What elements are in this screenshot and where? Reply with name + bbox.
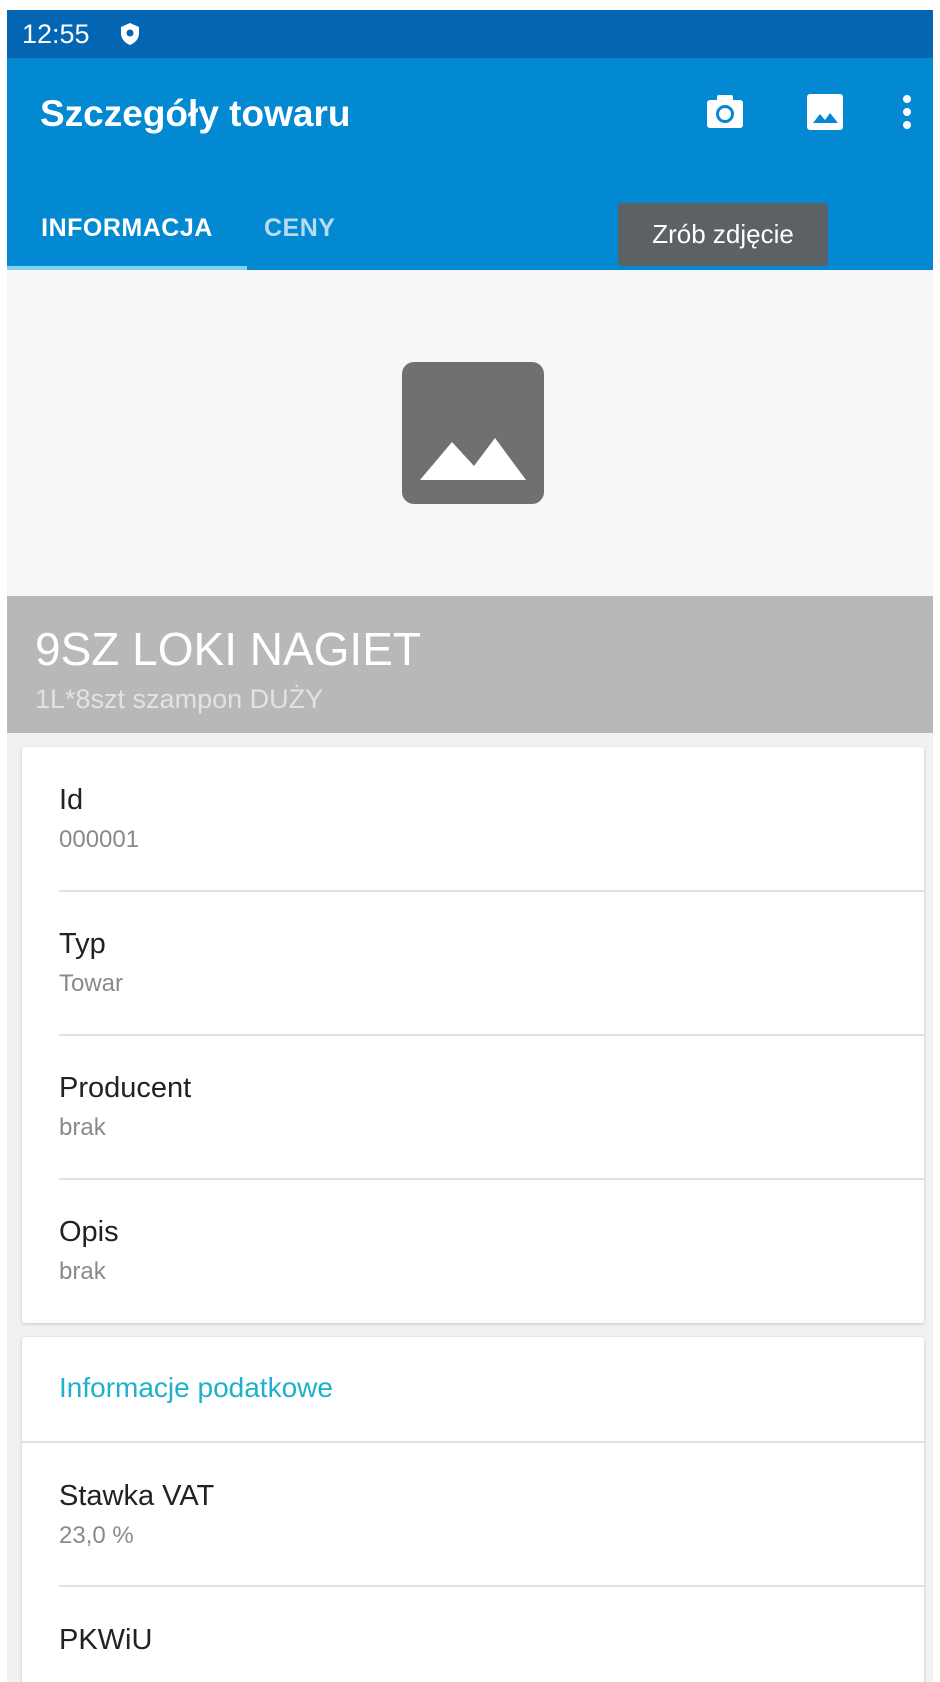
tab-ceny-label: CENY xyxy=(264,214,336,242)
field-label: Typ xyxy=(59,928,106,960)
camera-tooltip: Zrób zdjęcie xyxy=(618,203,828,266)
tab-ceny[interactable]: CENY xyxy=(247,186,375,270)
tax-info-card: Informacje podatkowe Stawka VAT 23,0 % P… xyxy=(22,1337,924,1682)
field-value: brak xyxy=(59,1258,106,1285)
product-image-area[interactable] xyxy=(7,270,933,596)
image-placeholder-icon xyxy=(402,362,544,504)
product-header: 9SZ LOKI NAGIET 1L*8szt szampon DUŻY xyxy=(7,596,933,733)
field-value: 000001 xyxy=(59,826,140,853)
field-value: Towar xyxy=(59,970,124,997)
more-vert-icon[interactable] xyxy=(891,90,923,134)
field-id: Id 000001 xyxy=(22,747,924,891)
field-label: Id xyxy=(59,784,84,816)
field-value: brak xyxy=(59,1114,106,1141)
field-label: Opis xyxy=(59,1216,119,1248)
field-label: Producent xyxy=(59,1072,192,1104)
details-card: Id 000001 Typ Towar Producent brak Opis … xyxy=(22,747,924,1323)
field-opis: Opis brak xyxy=(22,1179,924,1323)
tab-informacja-label: INFORMACJA xyxy=(41,214,213,242)
tab-informacja[interactable]: INFORMACJA xyxy=(7,186,247,270)
field-typ: Typ Towar xyxy=(22,891,924,1035)
field-producent: Producent brak xyxy=(22,1035,924,1179)
product-name: 9SZ LOKI NAGIET xyxy=(35,623,421,675)
product-description: 1L*8szt szampon DUŻY xyxy=(35,684,324,714)
field-label: Stawka VAT xyxy=(59,1480,215,1512)
status-time: 12:55 xyxy=(22,19,90,49)
image-icon[interactable] xyxy=(803,90,847,134)
field-pkwiu: PKWiU xyxy=(22,1587,924,1682)
field-stawka-vat: Stawka VAT 23,0 % xyxy=(22,1443,924,1587)
field-value: 23,0 % xyxy=(59,1522,134,1549)
camera-icon[interactable] xyxy=(703,90,747,134)
status-bar: 12:55 xyxy=(7,10,933,58)
app-screen: 12:55 Szczegóły towaru INFORMACJA CENY Z… xyxy=(7,10,933,1682)
field-label: PKWiU xyxy=(59,1624,153,1656)
shield-icon xyxy=(121,23,139,45)
section-title: Informacje podatkowe xyxy=(59,1372,333,1403)
screen-frame: 12:55 Szczegóły towaru INFORMACJA CENY Z… xyxy=(0,0,940,1682)
page-title: Szczegóły towaru xyxy=(40,93,351,134)
